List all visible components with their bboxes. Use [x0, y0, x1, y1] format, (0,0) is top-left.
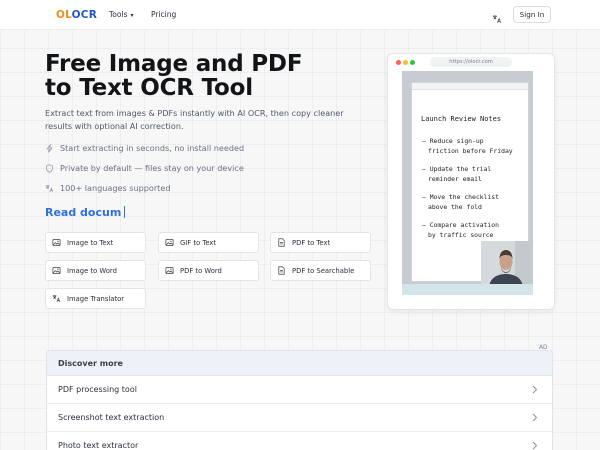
discover-item[interactable]: Screenshot text extraction — [47, 404, 552, 432]
note-line-2: by traffic source — [428, 231, 494, 239]
discover-item[interactable]: Photo text extractor — [47, 432, 552, 450]
window-minimize-dot — [403, 60, 408, 65]
feature-item-privacy: Private by default — files stay on your … — [45, 162, 244, 174]
title-line-1: Free Image and PDF — [45, 51, 303, 77]
preview-url-bar: https://olocr.com — [430, 57, 512, 67]
tool-image-translator[interactable]: Image Translator — [45, 288, 146, 309]
note-line-2: friction before Friday — [428, 147, 513, 155]
desc-line-2: results with optional AI correction. — [45, 121, 184, 131]
discover-heading: Discover more — [47, 351, 552, 376]
note-line-1: – Update the trial — [422, 165, 492, 173]
discover-item-label: Photo text extractor — [58, 441, 139, 450]
tool-image-to-text[interactable]: Image to Text — [45, 232, 146, 253]
tool-label: PDF to Searchable — [292, 266, 355, 275]
tool-pdf-to-word[interactable]: PDF to Word — [158, 260, 259, 281]
feature-item-languages: 100+ languages supported — [45, 182, 170, 194]
notes-title: Launch Review Notes — [421, 115, 502, 123]
note-line-2: above the fold — [428, 203, 482, 211]
hero-description: Extract text from images & PDFs instantl… — [45, 107, 375, 133]
translate-icon — [492, 15, 502, 23]
note-item: – Move the checklist above the fold — [422, 192, 499, 212]
shield-icon — [46, 163, 53, 173]
tool-image-to-word[interactable]: Image to Word — [45, 260, 146, 281]
language-switch-button[interactable] — [492, 9, 502, 23]
chevron-right-icon — [532, 413, 538, 422]
note-item: – Reduce sign-up friction before Friday — [422, 136, 513, 156]
logo[interactable]: OLOCR — [56, 9, 97, 21]
notes-window: Launch Review Notes – Reduce sign-up fri… — [411, 82, 532, 287]
feature-label: 100+ languages supported — [60, 183, 171, 193]
sign-in-button[interactable]: Sign In — [513, 6, 551, 23]
notes-window-bar — [412, 83, 528, 90]
logo-part-ocr: OCR — [71, 9, 97, 21]
tool-label: Image to Word — [67, 266, 117, 275]
text-caret — [124, 206, 126, 218]
tool-label: Image to Text — [67, 238, 114, 247]
chevron-down-icon: ▾ — [130, 12, 134, 19]
window-maximize-dot — [410, 60, 415, 65]
tool-gif-to-text[interactable]: GIF to Text — [158, 232, 259, 253]
person-figure — [481, 241, 532, 287]
discover-item-label: PDF processing tool — [58, 385, 137, 394]
tool-label: PDF to Word — [180, 266, 222, 275]
chevron-right-icon — [532, 385, 538, 394]
feature-label: Start extracting in seconds, no install … — [60, 143, 245, 153]
note-line-1: – Compare activation — [422, 221, 499, 229]
note-item: – Update the trial reminder email — [422, 164, 491, 184]
page-title: Free Image and PDF to Text OCR Tool — [45, 52, 345, 100]
document-icon — [278, 266, 285, 275]
image-icon — [165, 238, 174, 247]
feature-item-speed: Start extracting in seconds, no install … — [45, 142, 244, 154]
chevron-right-icon — [532, 441, 538, 450]
window-close-dot — [396, 60, 401, 65]
read-docs-link[interactable]: Read docum — [45, 206, 126, 219]
nav-tools-menu[interactable]: Tools ▾ — [109, 10, 134, 19]
title-line-2: to Text OCR Tool — [45, 75, 253, 101]
note-item: – Compare activation by traffic source — [422, 220, 499, 240]
nav-pricing-link[interactable]: Pricing — [151, 10, 176, 19]
note-line-2: reminder email — [428, 175, 482, 183]
image-icon — [52, 238, 61, 247]
tool-label: PDF to Text — [292, 238, 331, 247]
tool-label: Image Translator — [67, 294, 125, 303]
tool-label: GIF to Text — [180, 238, 217, 247]
note-line-1: – Move the checklist — [422, 193, 499, 201]
browser-preview: https://olocr.com Launch Review Notes – … — [387, 53, 555, 310]
note-line-1: – Reduce sign-up — [422, 137, 484, 145]
logo-part-ol: OL — [56, 9, 72, 21]
preview-screenshot: Launch Review Notes – Reduce sign-up fri… — [402, 71, 533, 295]
feature-label: Private by default — files stay on your … — [60, 163, 244, 173]
lightning-icon — [46, 143, 53, 153]
webcam-thumbnail — [481, 241, 532, 287]
translate-icon — [52, 295, 61, 303]
discover-item[interactable]: PDF processing tool — [47, 376, 552, 404]
read-docs-label: Read docum — [45, 206, 122, 219]
document-icon — [278, 238, 285, 247]
discover-more-panel: Discover more PDF processing tool Screen… — [46, 350, 553, 450]
desc-line-1: Extract text from images & PDFs instantl… — [45, 108, 344, 118]
tool-pdf-to-searchable[interactable]: PDF to Searchable — [270, 260, 371, 281]
tool-pdf-to-text[interactable]: PDF to Text — [270, 232, 371, 253]
image-icon — [52, 266, 61, 275]
top-nav: OLOCR Tools ▾ Pricing Sign In — [0, 0, 600, 30]
image-icon — [165, 266, 174, 275]
preview-status-strip — [402, 284, 533, 295]
nav-tools-label: Tools — [109, 10, 128, 19]
translate-icon — [45, 184, 54, 192]
discover-item-label: Screenshot text extraction — [58, 413, 165, 422]
